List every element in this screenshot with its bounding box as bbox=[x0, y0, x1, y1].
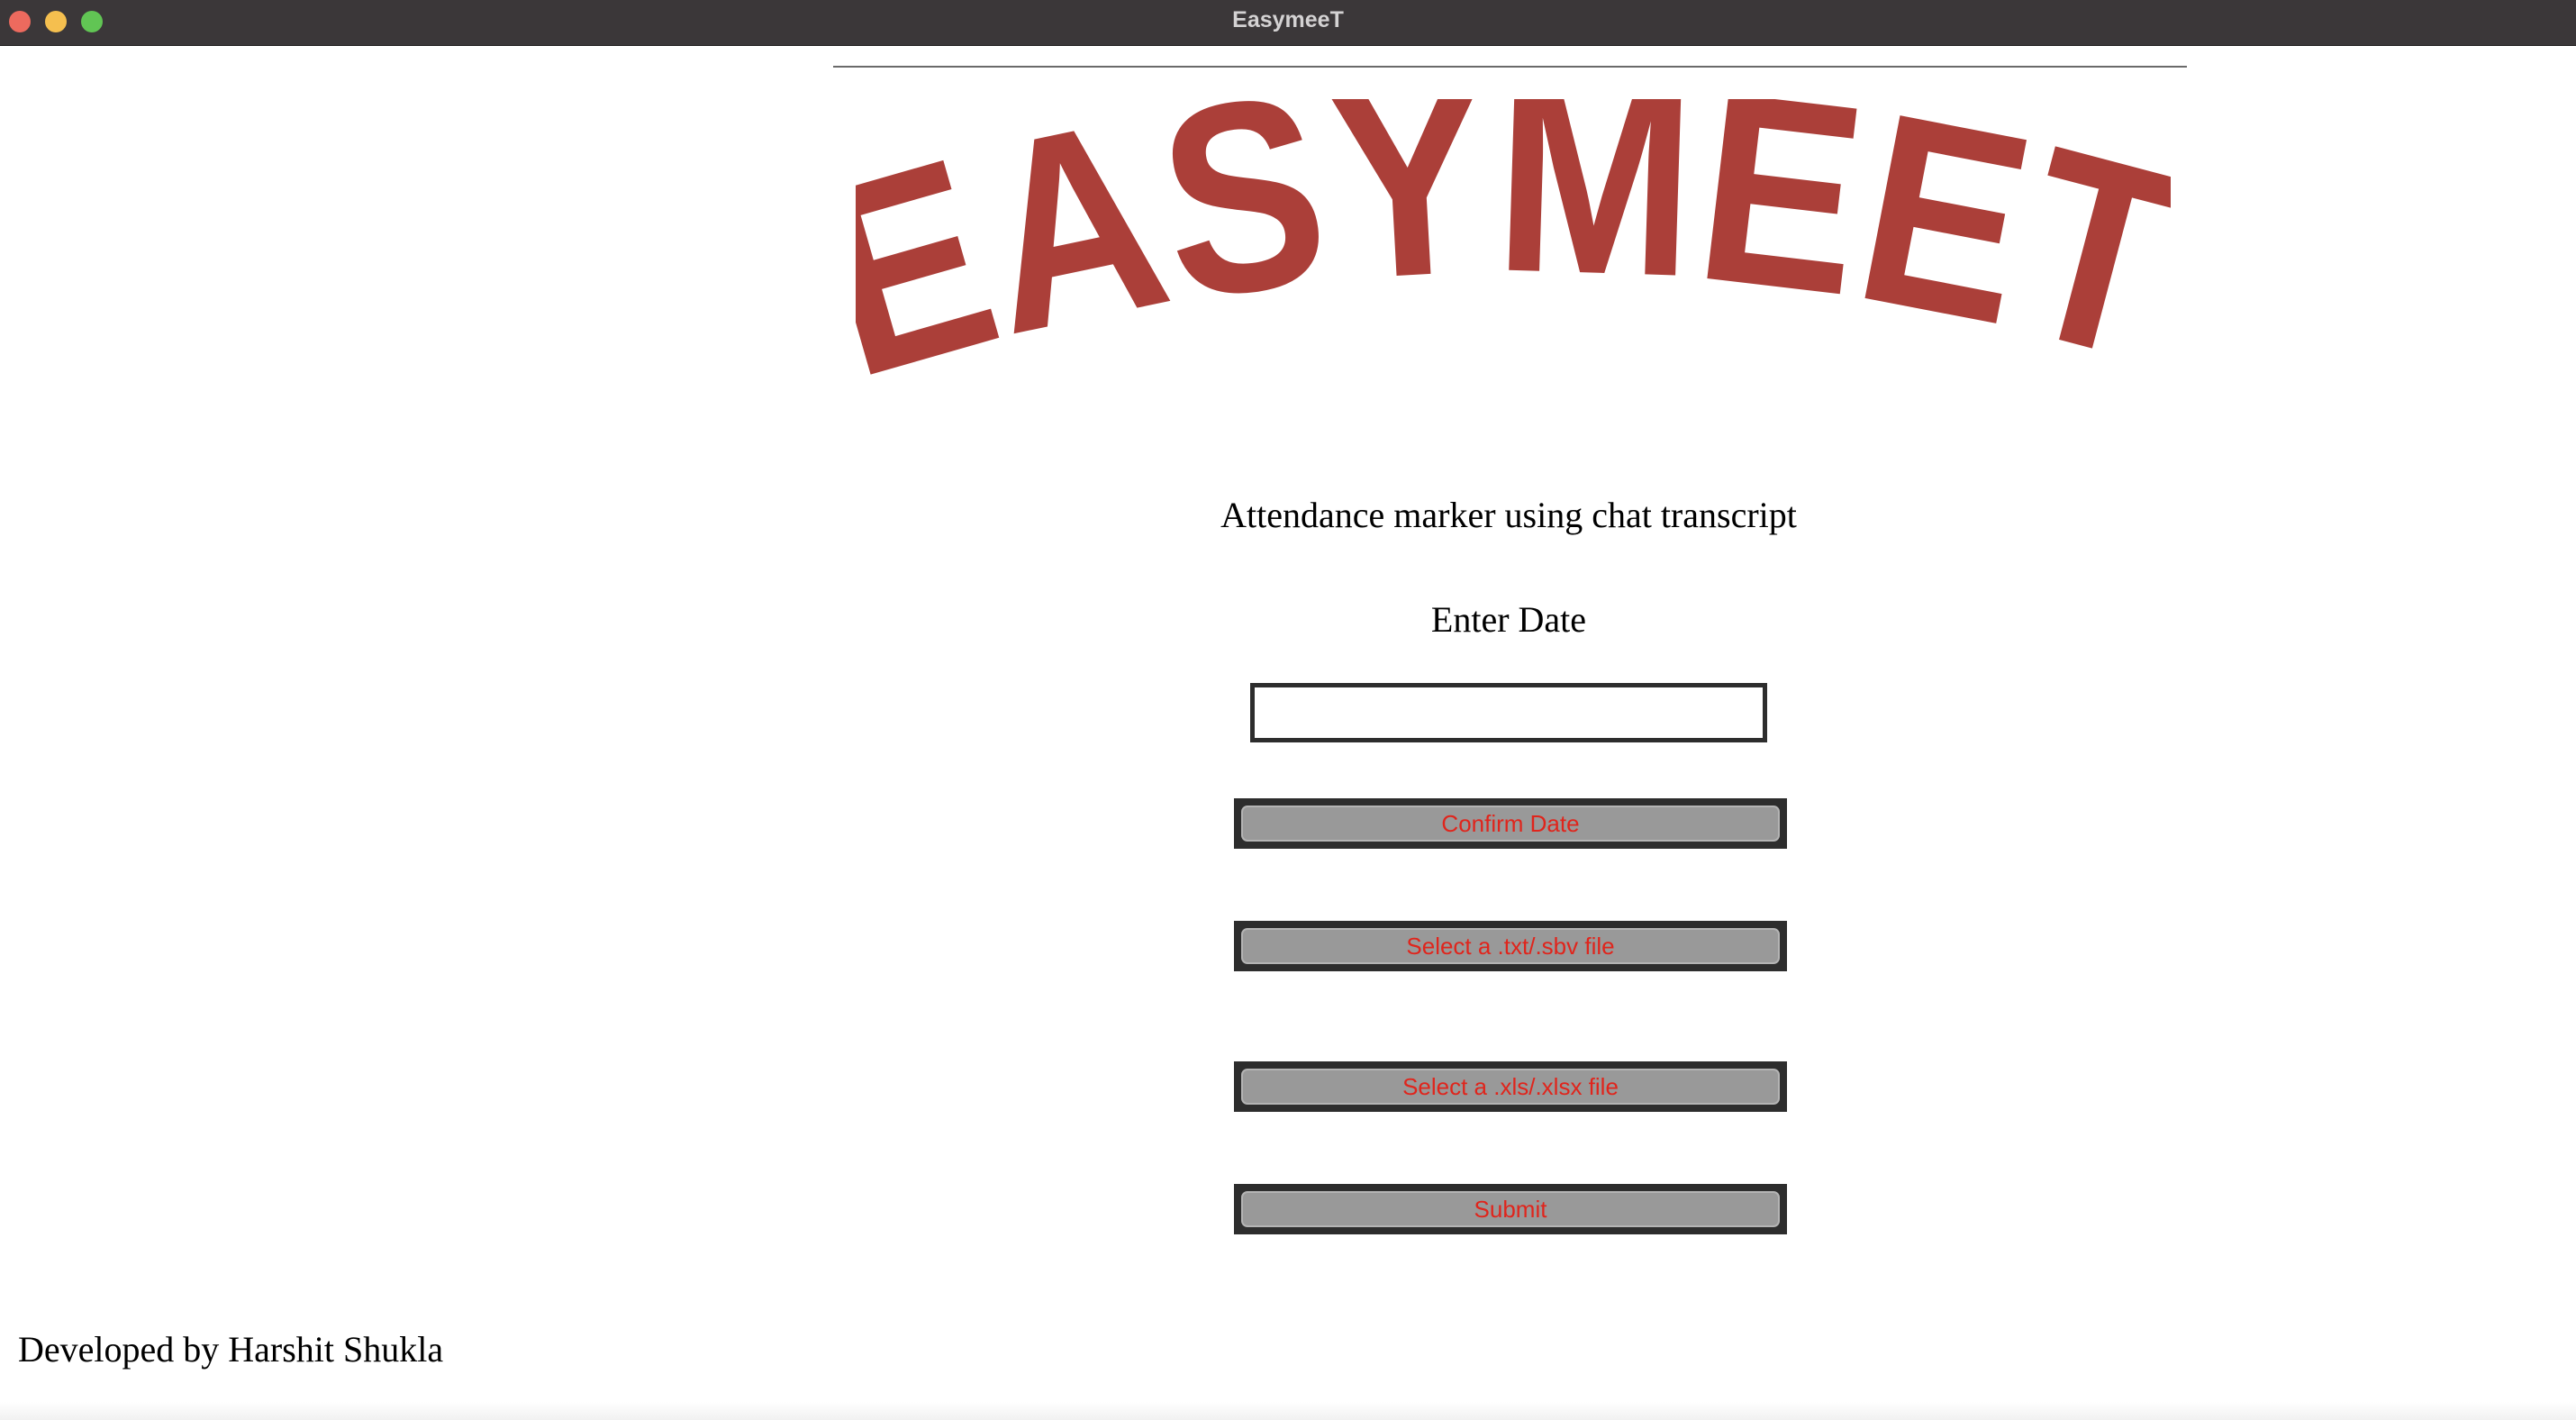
svg-text:EASYMEET: EASYMEET bbox=[856, 99, 2171, 401]
confirm-date-button[interactable]: Confirm Date bbox=[1241, 806, 1780, 842]
developer-credit: Developed by Harshit Shukla bbox=[18, 1329, 444, 1370]
select-spreadsheet-file-button[interactable]: Select a .xls/.xlsx file bbox=[1241, 1069, 1780, 1105]
window-bottom-edge bbox=[0, 1402, 2576, 1420]
top-divider bbox=[833, 66, 2187, 68]
submit-button-frame: Submit bbox=[1234, 1184, 1787, 1234]
select-transcript-file-button[interactable]: Select a .txt/.sbv file bbox=[1241, 928, 1780, 964]
select-sheet-button-frame: Select a .xls/.xlsx file bbox=[1234, 1061, 1787, 1112]
select-transcript-button-frame: Select a .txt/.sbv file bbox=[1234, 921, 1787, 971]
date-label: Enter Date bbox=[1430, 599, 1587, 640]
confirm-date-button-frame: Confirm Date bbox=[1234, 798, 1787, 849]
window-titlebar: EasymeeT bbox=[0, 0, 2576, 46]
date-input[interactable] bbox=[1250, 683, 1767, 742]
window-title: EasymeeT bbox=[1232, 7, 1344, 32]
easymeet-logo: EASYMEET bbox=[856, 99, 2171, 401]
submit-button[interactable]: Submit bbox=[1241, 1191, 1780, 1227]
app-subtitle: Attendance marker using chat transcript bbox=[1220, 495, 1797, 535]
